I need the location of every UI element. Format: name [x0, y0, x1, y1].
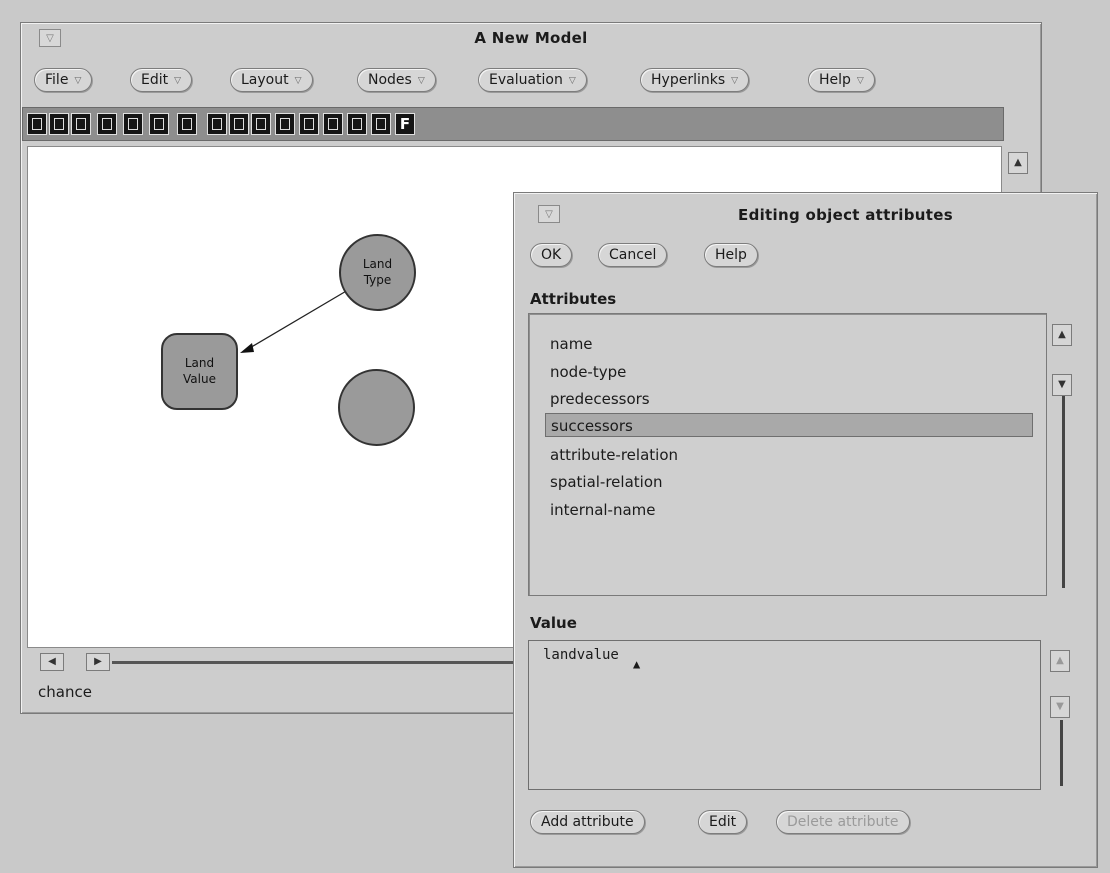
attributes-scrollbar[interactable]: ▲ ▼ — [1050, 316, 1074, 596]
menu-help-label: Help — [819, 72, 851, 88]
list-item[interactable]: name — [545, 332, 1033, 356]
node-land-value-line1: Land — [184, 356, 215, 370]
chevron-down-icon: ▽ — [856, 76, 864, 86]
scroll-up-icon[interactable]: ▲ — [1052, 324, 1072, 346]
node-land-type[interactable]: Land Type — [339, 234, 416, 311]
help-button[interactable]: Help — [704, 243, 758, 267]
tool-icon-2[interactable] — [49, 113, 69, 135]
scroll-down-icon[interactable]: ▼ — [1052, 374, 1072, 396]
tool-icon-3[interactable] — [71, 113, 91, 135]
delete-attribute-button[interactable]: Delete attribute — [776, 810, 910, 834]
tool-icon-7[interactable] — [177, 113, 197, 135]
chevron-down-icon: ▽ — [568, 76, 576, 86]
dialog-menu-icon[interactable]: ▽ — [538, 205, 560, 223]
tool-icon-5[interactable] — [123, 113, 143, 135]
value-textarea[interactable]: landvalue ▲ — [528, 640, 1041, 790]
chevron-down-icon: ▽ — [74, 76, 82, 86]
menu-hyperlinks-label: Hyperlinks — [651, 72, 726, 88]
window-title: A New Model — [474, 29, 588, 47]
list-item[interactable]: internal-name — [545, 498, 1033, 522]
value-scroll-track[interactable] — [1060, 720, 1063, 786]
tool-icon-13[interactable] — [323, 113, 343, 135]
attributes-scroll-track[interactable] — [1062, 396, 1065, 588]
menu-file[interactable]: File ▽ — [34, 68, 93, 92]
list-item-selected[interactable]: successors — [545, 413, 1033, 437]
arc-arrowhead — [240, 343, 254, 353]
node-land-value-line2: Value — [183, 372, 216, 386]
cancel-button[interactable]: Cancel — [598, 243, 668, 267]
list-item[interactable]: spatial-relation — [545, 470, 1033, 494]
menu-file-label: File — [45, 72, 69, 88]
tool-icon-1[interactable] — [27, 113, 47, 135]
arc-landtype-to-landvalue — [247, 289, 349, 350]
menu-hyperlinks[interactable]: Hyperlinks ▽ — [640, 68, 750, 92]
horizontal-scroll-track[interactable] — [112, 661, 532, 664]
tool-icon-8[interactable] — [207, 113, 227, 135]
tool-icon-9[interactable] — [229, 113, 249, 135]
chevron-down-icon: ▽ — [174, 76, 182, 86]
tool-icon-12[interactable] — [299, 113, 319, 135]
node-land-type-line1: Land — [362, 257, 393, 271]
tool-icon-4[interactable] — [97, 113, 117, 135]
edit-button-label: Edit — [709, 814, 737, 830]
value-text: landvalue — [543, 647, 619, 663]
scroll-down-icon[interactable]: ▼ — [1050, 696, 1070, 718]
list-item[interactable]: node-type — [545, 360, 1033, 384]
tool-icon-11[interactable] — [275, 113, 295, 135]
tool-icon-10[interactable] — [251, 113, 271, 135]
menu-layout-label: Layout — [241, 72, 289, 88]
list-item[interactable]: attribute-relation — [545, 443, 1033, 467]
scroll-left-icon[interactable]: ◀ — [40, 653, 64, 671]
menu-help[interactable]: Help ▽ — [808, 68, 875, 92]
delete-attribute-label: Delete attribute — [787, 814, 899, 830]
help-button-label: Help — [715, 247, 747, 263]
node-land-type-line2: Type — [363, 273, 392, 287]
scroll-up-icon[interactable]: ▲ — [1008, 152, 1028, 174]
dialog-titlebar[interactable]: ▽ Editing object attributes — [514, 193, 1097, 224]
list-item[interactable]: predecessors — [545, 387, 1033, 411]
toolbar: F — [22, 107, 1004, 141]
menu-nodes-label: Nodes — [368, 72, 412, 88]
tool-icon-15[interactable] — [371, 113, 391, 135]
add-attribute-label: Add attribute — [541, 814, 634, 830]
main-titlebar[interactable]: ▽ A New Model — [21, 23, 1041, 53]
mouse-pointer-icon: ▲ — [633, 657, 641, 671]
cancel-button-label: Cancel — [609, 247, 657, 263]
chevron-down-icon: ▽ — [417, 76, 425, 86]
node-land-value[interactable]: Land Value — [161, 333, 238, 410]
tool-f-icon[interactable]: F — [395, 113, 415, 135]
menu-edit-label: Edit — [141, 72, 169, 88]
menu-nodes[interactable]: Nodes ▽ — [357, 68, 436, 92]
chevron-down-icon: ▽ — [294, 76, 302, 86]
attributes-list[interactable]: name node-type predecessors successors a… — [528, 313, 1047, 596]
status-bar-text: chance — [38, 683, 92, 701]
menu-evaluation[interactable]: Evaluation ▽ — [478, 68, 587, 92]
value-scrollbar[interactable]: ▲ ▼ — [1046, 642, 1070, 792]
attributes-label: Attributes — [530, 290, 617, 308]
scroll-up-icon[interactable]: ▲ — [1050, 650, 1070, 672]
ok-button[interactable]: OK — [530, 243, 573, 267]
menu-evaluation-label: Evaluation — [489, 72, 563, 88]
tool-icon-14[interactable] — [347, 113, 367, 135]
chevron-down-icon: ▽ — [731, 76, 739, 86]
dialog-title: Editing object attributes — [738, 206, 953, 224]
value-label: Value — [530, 614, 577, 632]
node-unnamed-chance[interactable] — [338, 369, 415, 446]
menu-layout[interactable]: Layout ▽ — [230, 68, 313, 92]
menu-edit[interactable]: Edit ▽ — [130, 68, 193, 92]
add-attribute-button[interactable]: Add attribute — [530, 810, 645, 834]
tool-icon-6[interactable] — [149, 113, 169, 135]
scroll-right-icon[interactable]: ▶ — [86, 653, 110, 671]
edit-button[interactable]: Edit — [698, 810, 748, 834]
ok-button-label: OK — [541, 247, 562, 263]
